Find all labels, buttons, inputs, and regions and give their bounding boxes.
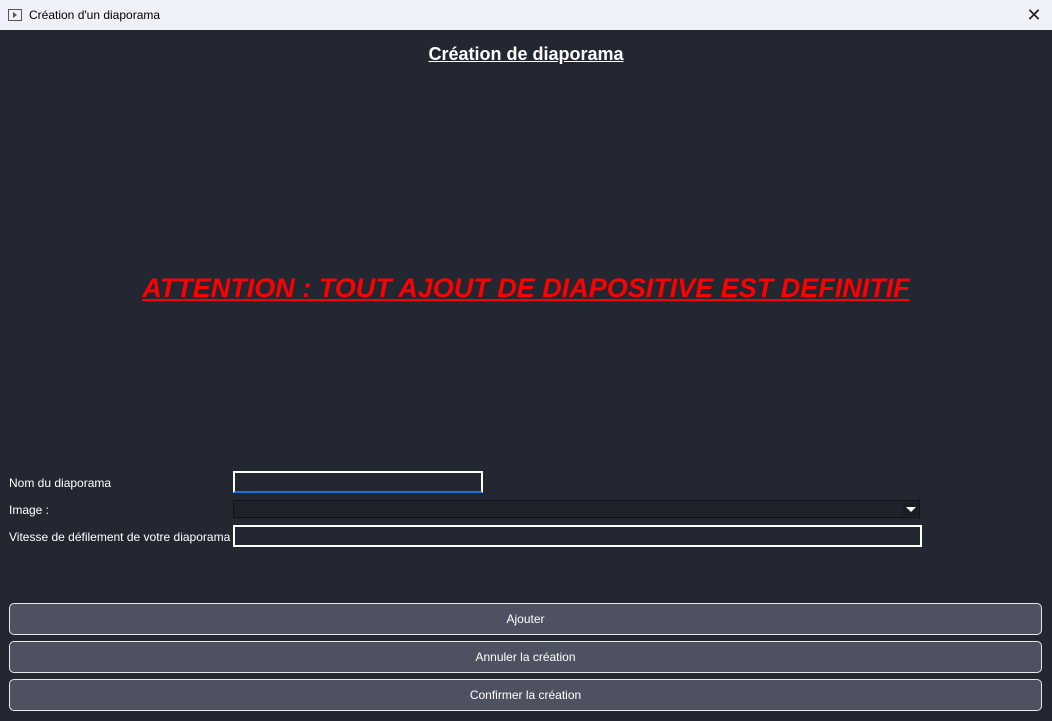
chevron-down-icon[interactable]: [903, 502, 918, 516]
image-select[interactable]: [233, 500, 920, 518]
window-title: Création d'un diaporama: [29, 8, 161, 22]
add-button[interactable]: Ajouter: [9, 603, 1042, 635]
close-icon[interactable]: ✕: [1022, 3, 1046, 27]
image-label: Image :: [9, 503, 50, 517]
slideshow-app-icon: [8, 9, 22, 21]
warning-message: ATTENTION : TOUT AJOUT DE DIAPOSITIVE ES…: [142, 273, 910, 303]
name-input[interactable]: [233, 471, 483, 493]
title-bar: Création d'un diaporama ✕: [0, 0, 1052, 30]
cancel-creation-button[interactable]: Annuler la création: [9, 641, 1042, 673]
speed-label: Vitesse de défilement de votre diaporama: [9, 530, 231, 544]
confirm-creation-button[interactable]: Confirmer la création: [9, 679, 1042, 711]
name-label: Nom du diaporama: [9, 476, 112, 490]
speed-input[interactable]: [233, 525, 922, 547]
page-title: Création de diaporama: [428, 44, 624, 64]
